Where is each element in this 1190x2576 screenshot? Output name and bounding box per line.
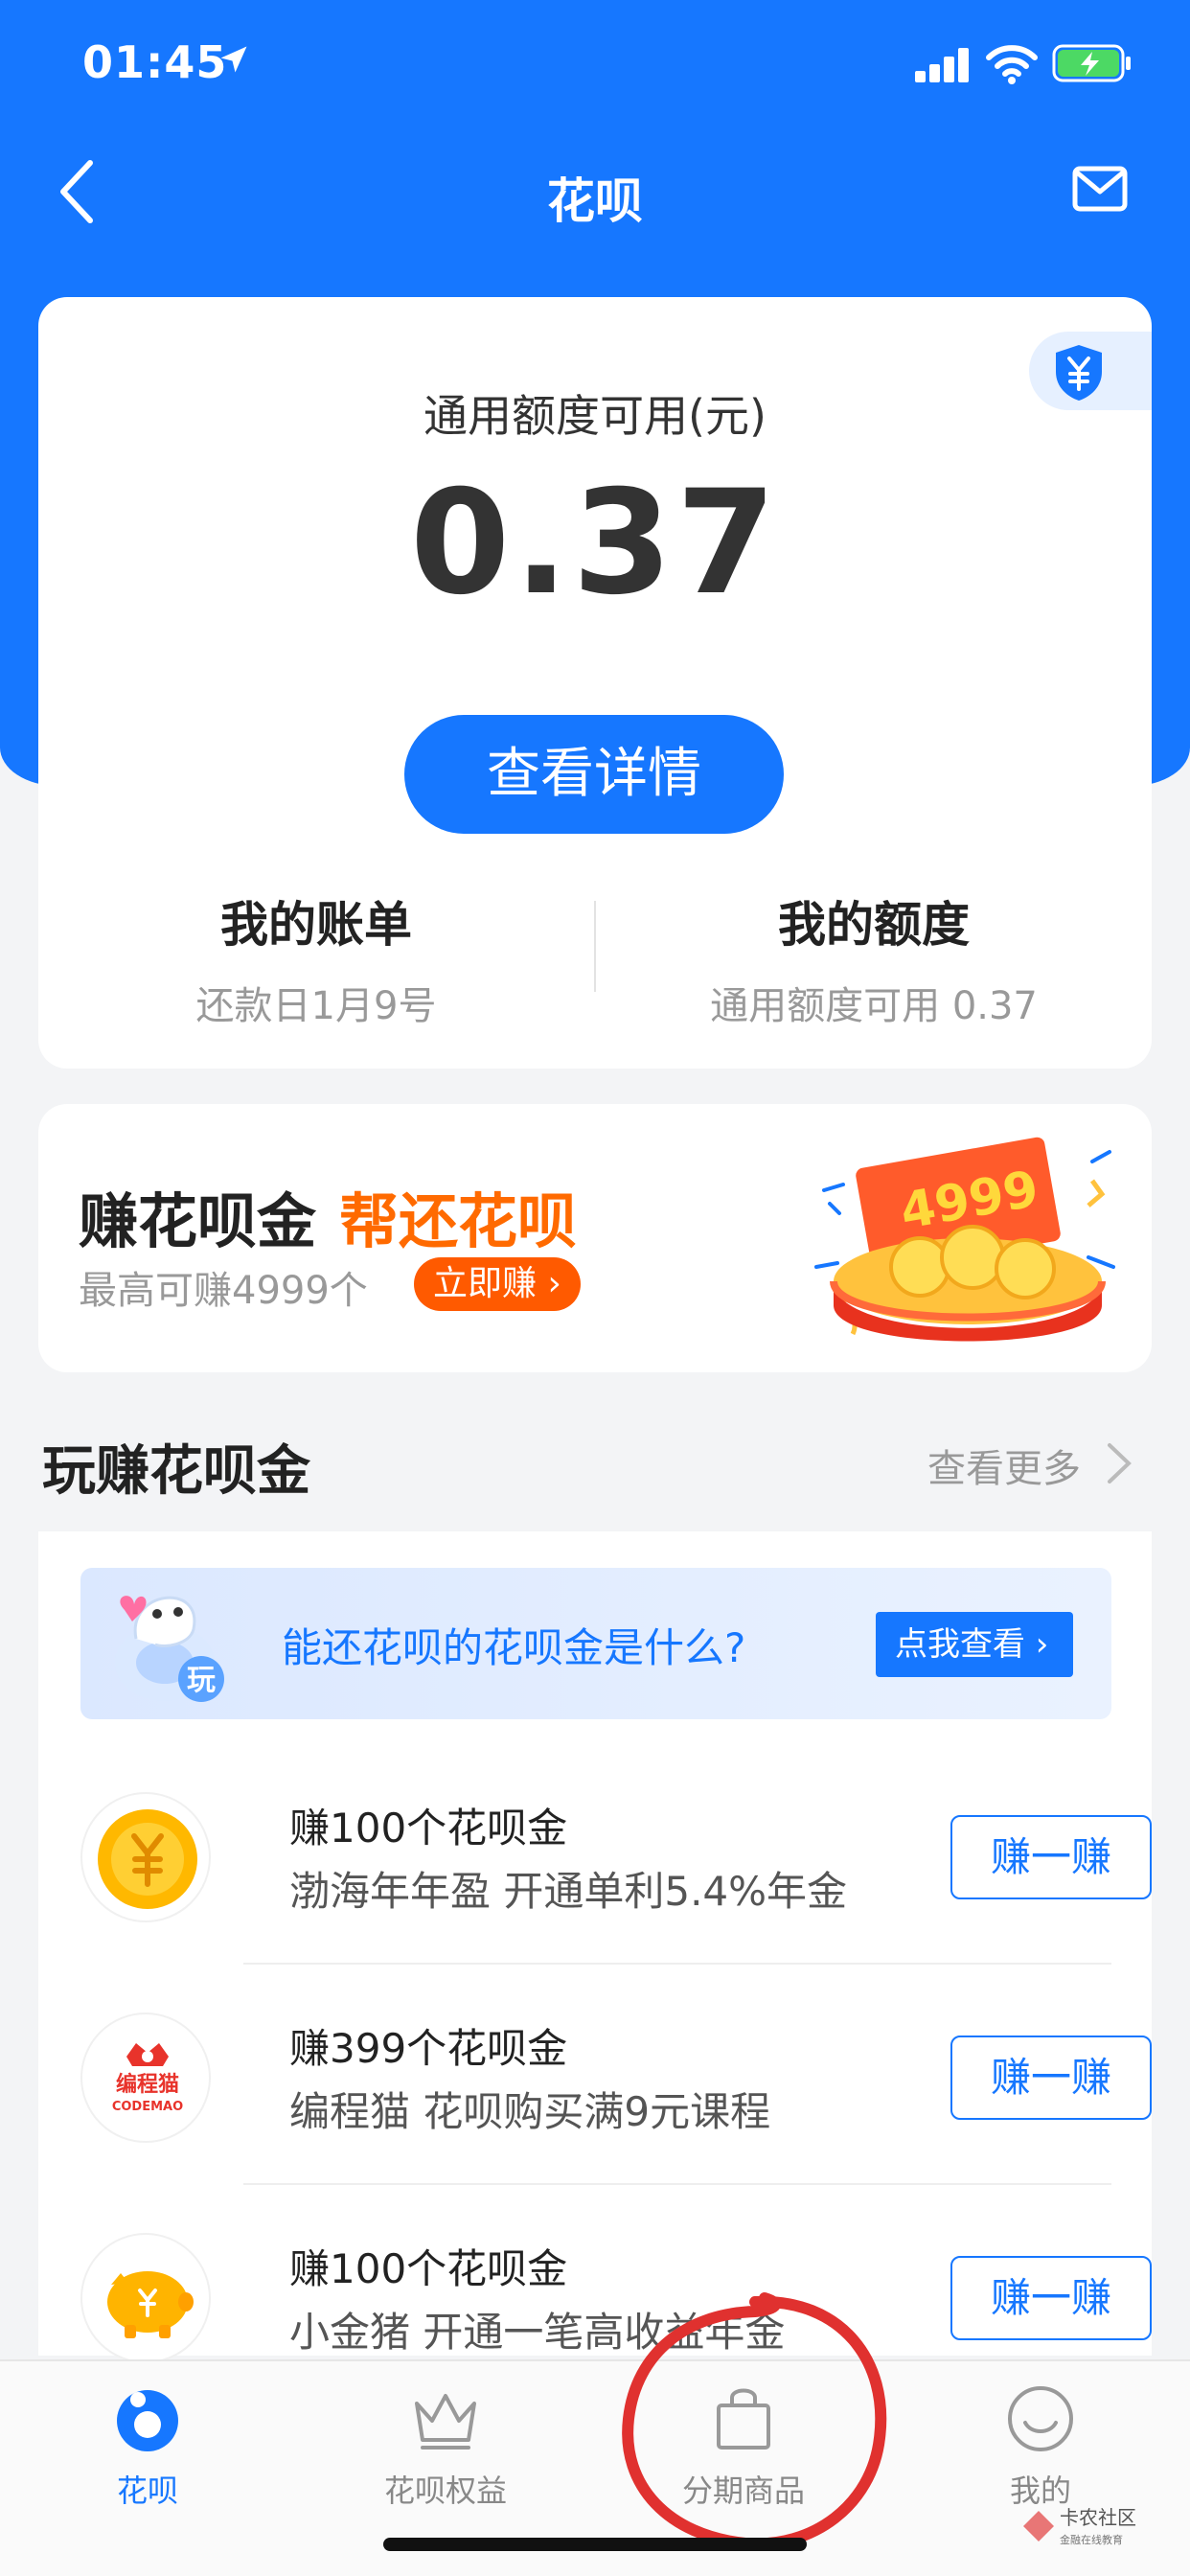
section-title: 玩赚花呗金 [42, 1440, 310, 1503]
earn-gold-promo[interactable]: 赚花呗金 帮还花呗 最高可赚4999个 立即赚 › 4999 [38, 1104, 1152, 1372]
gold-coin-box-illustration: 4999 [814, 1137, 1115, 1342]
tab-label: 花呗 [116, 2472, 178, 2509]
tab-label: 花呗权益 [383, 2472, 507, 2509]
nav-bar: 花呗 [0, 134, 1190, 249]
task-row: 编程猫 CODEMAO 赚399个花呗金 编程猫 花呗购买满9元课程 赚一赚 [80, 1965, 1152, 2185]
mascot-tag: 玩 [187, 1664, 216, 1697]
my-limit-available: 通用额度可用 0.37 [710, 984, 1038, 1028]
crown-icon [415, 2394, 476, 2450]
home-indicator[interactable] [383, 2538, 807, 2551]
task-row: 赚100个花呗金 渤海年年盈 开通单利5.4%年金 赚一赚 [80, 1744, 1152, 1965]
tab-huabei[interactable]: 花呗 [33, 2380, 263, 2511]
earn-now-button[interactable]: 立即赚 › [414, 1257, 581, 1311]
click-to-view-button[interactable]: 点我查看 › [876, 1612, 1073, 1677]
quota-value: 0.37 [409, 460, 781, 627]
tab-mine[interactable]: 我的 [926, 2380, 1156, 2511]
watermark-text: 卡农社区 [1060, 2506, 1136, 2529]
earn-button[interactable]: 赚一赚 [950, 1815, 1152, 1899]
huabei-icon [117, 2390, 178, 2451]
task-title: 赚100个花呗金 [289, 1805, 568, 1852]
view-more-link[interactable]: 查看更多 [927, 1438, 1081, 1493]
page-title: 花呗 [547, 173, 643, 229]
task-title: 赚100个花呗金 [289, 2245, 568, 2292]
earn-tasks-panel: 玩 能还花呗的花呗金是什么? 点我查看 › 赚100个花呗金 渤海年年盈 开通单… [38, 1531, 1152, 2363]
my-limit[interactable]: 我的额度 通用额度可用 0.37 [596, 886, 1152, 1030]
tab-benefits[interactable]: 花呗权益 [331, 2380, 561, 2511]
smiley-icon [1008, 2386, 1073, 2451]
mascot-icon: 玩 [115, 1596, 224, 1702]
coin-icon [98, 1809, 197, 1909]
view-details-button[interactable]: 查看详情 [404, 715, 784, 834]
watermark-sub: 金融在线教育 [1060, 2533, 1123, 2546]
mail-icon[interactable] [1071, 163, 1129, 217]
task-icon-container [80, 2233, 211, 2363]
codemao-logo-sub: CODEMAO [112, 2100, 183, 2114]
info-banner[interactable]: 玩 能还花呗的花呗金是什么? 点我查看 › [80, 1568, 1111, 1719]
my-bill-due: 还款日1月9号 [195, 984, 437, 1028]
banner-text: 能还花呗的花呗金是什么? [282, 1624, 746, 1671]
promo-title-accent: 帮还花呗 [339, 1186, 578, 1256]
promo-title: 赚花呗金 帮还花呗 [79, 1173, 577, 1259]
earn-button[interactable]: 赚一赚 [950, 2036, 1152, 2120]
red-circle-annotation [622, 2292, 887, 2550]
task-title: 赚399个花呗金 [289, 2025, 568, 2072]
task-icon-container: 编程猫 CODEMAO [80, 2012, 211, 2143]
task-desc: 渤海年年盈 开通单利5.4%年金 [289, 1868, 848, 1915]
my-bill-title: 我的账单 [220, 897, 412, 953]
battery-charging-icon [1052, 44, 1131, 82]
quota-card: 通用额度可用(元) 0.37 查看详情 我的账单 还款日1月9号 我的额度 通用… [38, 297, 1152, 1069]
codemao-logo: 编程猫 CODEMAO [112, 2043, 183, 2114]
task-icon-container [80, 1792, 211, 1922]
codemao-logo-text: 编程猫 [116, 2072, 179, 2097]
promo-subtitle: 最高可赚4999个 [79, 1269, 368, 1313]
status-time: 01:45 [82, 36, 228, 88]
promo-title-main: 赚花呗金 [79, 1186, 317, 1256]
cellular-signal-icon [915, 48, 969, 82]
chevron-right-icon[interactable] [1102, 1439, 1136, 1487]
wifi-icon [986, 45, 1038, 84]
status-bar: 01:45 [0, 0, 1190, 134]
piggy-bank-icon [107, 2271, 194, 2338]
earn-button[interactable]: 赚一赚 [950, 2256, 1152, 2340]
my-bill[interactable]: 我的账单 还款日1月9号 [38, 886, 594, 1030]
location-arrow-icon [220, 46, 247, 73]
quota-label: 通用额度可用(元) [423, 390, 767, 442]
watermark-logo: 卡农社区 金融在线教育 [1023, 2506, 1136, 2546]
my-limit-title: 我的额度 [778, 897, 970, 953]
task-desc: 编程猫 花呗购买满9元课程 [289, 2088, 771, 2135]
